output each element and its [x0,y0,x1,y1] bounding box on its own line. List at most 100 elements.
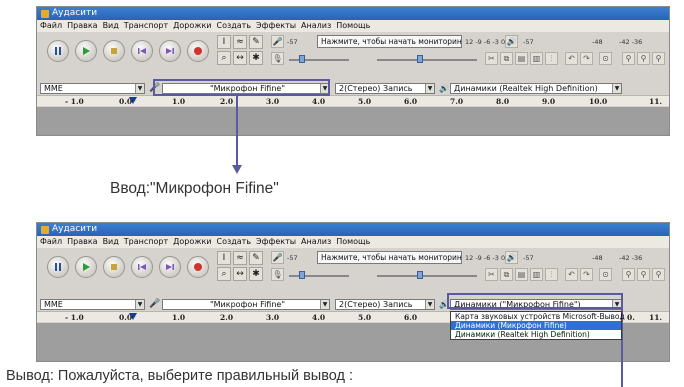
menu-file[interactable]: Файл [40,20,62,32]
playback-volume-knob[interactable] [417,271,423,279]
playhead-marker[interactable] [129,313,137,320]
output-device-dropdown[interactable]: Карта звуковых устройств Microsoft-Вывод… [450,311,625,340]
redo-button[interactable]: ↷ [580,52,593,65]
fit-button[interactable]: ⚲ [652,52,665,65]
selection-tool[interactable]: I [217,251,231,265]
pause-button[interactable] [47,256,69,278]
playback-volume-track[interactable] [377,275,477,277]
sync-lock-button[interactable]: ⊙ [599,52,612,65]
copy-button[interactable]: ⧉ [500,268,513,281]
fit-button[interactable]: ⚲ [652,268,665,281]
recording-volume-knob[interactable] [299,55,305,63]
zoom-tool[interactable]: ⌕ [217,51,231,65]
audio-host-select[interactable]: MME ▼ [40,83,145,94]
record-button[interactable] [187,40,209,62]
record-meter-icon[interactable]: 🎤 [271,251,284,264]
menu-generate[interactable]: Создать [217,236,252,248]
silence-button[interactable]: ⫶ [545,268,558,281]
multi-tool[interactable]: ✱ [249,51,263,65]
draw-tool[interactable]: ✎ [249,35,263,49]
recording-volume-track[interactable] [289,59,349,61]
play-meter-icon[interactable]: 🔊 [505,35,518,48]
input-device-select[interactable]: "Микрофон Fifine" ▼ [162,299,330,310]
menu-edit[interactable]: Правка [67,20,97,32]
menu-help[interactable]: Помощь [336,20,370,32]
chevron-down-icon: ▼ [612,84,621,93]
stop-button[interactable] [103,256,125,278]
pencil-icon: ✎ [252,253,260,263]
zoom-in-button[interactable]: ⚲ [622,52,635,65]
silence-button[interactable]: ⫶ [545,52,558,65]
undo-button[interactable]: ↶ [565,268,578,281]
trim-button[interactable]: ▥ [530,268,543,281]
menu-help[interactable]: Помощь [336,236,370,248]
paste-button[interactable]: ▤ [515,52,528,65]
playback-volume-knob[interactable] [417,55,423,63]
redo-button[interactable]: ↷ [580,268,593,281]
trim-button[interactable]: ▥ [530,52,543,65]
multi-tool[interactable]: ✱ [249,267,263,281]
cut-button[interactable]: ✂ [485,268,498,281]
skip-end-button[interactable] [159,256,181,278]
play-meter-icon[interactable]: 🔊 [505,251,518,264]
play-button[interactable] [75,40,97,62]
envelope-tool[interactable]: ≈ [233,251,247,265]
menu-effects[interactable]: Эффекты [256,20,296,32]
sync-lock-button[interactable]: ⊙ [599,268,612,281]
timeshift-tool[interactable]: ↔ [233,267,247,281]
menu-transport[interactable]: Транспорт [124,20,168,32]
menu-effects[interactable]: Эффекты [256,236,296,248]
zoom-out-button[interactable]: ⚲ [637,52,650,65]
menu-view[interactable]: Вид [103,20,119,32]
channels-select[interactable]: 2(Стерео) Запись ▼ [335,299,435,310]
record-meter-scale-left: -57 [287,254,298,262]
copy-button[interactable]: ⧉ [500,52,513,65]
undo-icon: ↶ [568,270,575,279]
menu-file[interactable]: Файл [40,236,62,248]
menu-generate[interactable]: Создать [217,20,252,32]
draw-tool[interactable]: ✎ [249,251,263,265]
menu-tracks[interactable]: Дорожки [173,236,211,248]
skip-start-button[interactable] [131,256,153,278]
track-area[interactable] [37,107,669,135]
audio-host-select[interactable]: MME ▼ [40,299,145,310]
menu-transport[interactable]: Транспорт [124,236,168,248]
record-button[interactable] [187,256,209,278]
menu-analyze[interactable]: Анализ [301,236,331,248]
dropdown-option[interactable]: Динамики (Realtek High Definition) [451,330,621,339]
dropdown-option-selected[interactable]: Динамики (Микрофон Fifine) [451,321,621,330]
zoom-in-button[interactable]: ⚲ [622,268,635,281]
paste-button[interactable]: ▤ [515,268,528,281]
pause-button[interactable] [47,40,69,62]
menu-view[interactable]: Вид [103,236,119,248]
sync-lock-icon: ⊙ [602,54,609,63]
dropdown-option[interactable]: Карта звуковых устройств Microsoft-Вывод [451,312,625,321]
playhead-marker[interactable] [129,97,137,104]
cut-button[interactable]: ✂ [485,52,498,65]
menu-tracks[interactable]: Дорожки [173,20,211,32]
recording-volume-track[interactable] [289,275,349,277]
undo-button[interactable]: ↶ [565,52,578,65]
skip-start-button[interactable] [131,40,153,62]
timeline-ruler[interactable]: - 1.0 0.0 1.0 2.0 3.0 4.0 5.0 6.0 7.0 8.… [37,95,669,106]
output-device-select[interactable]: Динамики (Realtek High Definition) ▼ [450,83,622,94]
undo-icon: ↶ [568,54,575,63]
channels-select[interactable]: 2(Стерео) Запись ▼ [335,83,435,94]
toolbar-area: I ≈ ✎ ⌕ ↔ ✱ 🎤 -57 Нажмите, чтобы начать … [37,32,669,82]
play-button[interactable] [75,256,97,278]
menu-edit[interactable]: Правка [67,236,97,248]
recording-volume-knob[interactable] [299,271,305,279]
envelope-tool[interactable]: ≈ [233,35,247,49]
magnifier-icon: ⌕ [221,53,227,63]
zoom-tool[interactable]: ⌕ [217,267,231,281]
zoom-out-button[interactable]: ⚲ [637,268,650,281]
monitor-prompt[interactable]: Нажмите, чтобы начать мониторинг [317,35,462,48]
timeshift-tool[interactable]: ↔ [233,51,247,65]
monitor-prompt[interactable]: Нажмите, чтобы начать мониторинг [317,251,462,264]
selection-tool[interactable]: I [217,35,231,49]
record-meter-icon[interactable]: 🎤 [271,35,284,48]
skip-end-button[interactable] [159,40,181,62]
menu-analyze[interactable]: Анализ [301,20,331,32]
stop-button[interactable] [103,40,125,62]
playback-volume-track[interactable] [377,59,477,61]
